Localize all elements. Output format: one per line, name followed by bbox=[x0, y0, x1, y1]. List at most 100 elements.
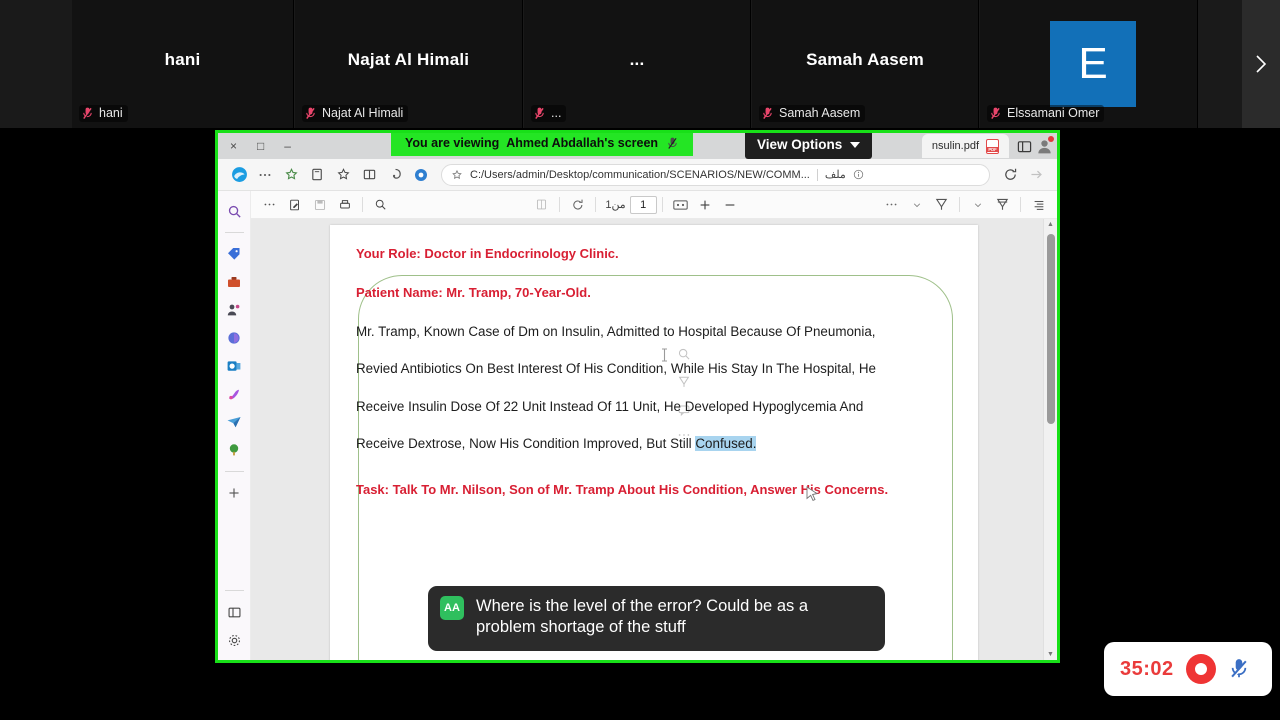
more-options-button[interactable] bbox=[257, 194, 282, 216]
screen-root: hani hani Najat Al Himali Najat Al Himal… bbox=[0, 0, 1280, 720]
copilot-icon[interactable] bbox=[382, 162, 408, 188]
shared-screen-content: × □ – nsulin.pdf PDF You are viewing Ahm… bbox=[218, 133, 1057, 660]
highlight-pen-button[interactable] bbox=[929, 194, 954, 216]
close-window-button[interactable]: × bbox=[230, 140, 237, 152]
scrollbar-track[interactable] bbox=[1044, 230, 1057, 649]
settings-gear-icon[interactable] bbox=[221, 626, 247, 654]
shared-screen-frame: × □ – nsulin.pdf PDF You are viewing Ahm… bbox=[215, 130, 1060, 663]
participant-tile-najat[interactable]: Najat Al Himali Najat Al Himali bbox=[295, 0, 523, 128]
zoom-in-button[interactable] bbox=[693, 194, 718, 216]
address-bar[interactable]: C:/Users/admin/Desktop/communication/SCE… bbox=[441, 163, 990, 186]
participant-label: ... bbox=[551, 106, 562, 120]
collections-icon[interactable] bbox=[304, 162, 330, 188]
participant-tile-unknown[interactable]: ... ... bbox=[524, 0, 751, 128]
add-favorite-icon[interactable] bbox=[330, 162, 356, 188]
doc-line-body-2: Revied Antibiotics On Best Interest Of H… bbox=[356, 361, 876, 377]
scrollbar-thumb[interactable] bbox=[1047, 234, 1055, 424]
paper-plane-icon[interactable] bbox=[221, 408, 247, 436]
read-aloud-button[interactable] bbox=[1026, 194, 1051, 216]
page-number-input[interactable]: 1 bbox=[629, 195, 657, 214]
forward-button[interactable] bbox=[1023, 162, 1049, 188]
participant-tile-samah[interactable]: Samah Aasem Samah Aasem bbox=[752, 0, 979, 128]
filmstrip-next-button[interactable] bbox=[1242, 0, 1280, 128]
pdf-toolbar: من1 1 bbox=[251, 191, 1057, 219]
participant-label: Elssamani Omer bbox=[1007, 106, 1100, 120]
more-options-icon bbox=[264, 203, 275, 206]
view-options-button[interactable]: View Options bbox=[745, 133, 873, 159]
onenote-icon[interactable] bbox=[221, 380, 247, 408]
address-file-type-label: ملف bbox=[824, 169, 846, 181]
divider bbox=[661, 197, 663, 212]
mic-muted-icon bbox=[763, 107, 772, 119]
browser-tab[interactable]: nsulin.pdf bbox=[921, 134, 1009, 158]
browser-essentials-icon[interactable] bbox=[408, 162, 434, 188]
chevron-down-icon bbox=[974, 202, 981, 207]
find-button[interactable] bbox=[368, 194, 393, 216]
highlight-chevron[interactable] bbox=[965, 194, 990, 216]
floating-annotation-toolbar[interactable] bbox=[671, 347, 697, 439]
participant-name-badge: Elssamani Omer bbox=[987, 105, 1105, 122]
scroll-down-icon[interactable]: ▼ bbox=[1047, 649, 1054, 660]
annotate-more-button[interactable] bbox=[879, 194, 904, 216]
more-dots-icon[interactable] bbox=[677, 431, 691, 439]
sync-icon[interactable] bbox=[221, 324, 247, 352]
rotate-button[interactable] bbox=[565, 194, 590, 216]
draw-icon bbox=[289, 199, 299, 210]
bookmark-tag-icon[interactable] bbox=[221, 240, 247, 268]
sidebar-toggle-icon[interactable] bbox=[221, 598, 247, 626]
fit-page-button[interactable] bbox=[529, 194, 554, 216]
caption-speaker-avatar: AA bbox=[440, 596, 464, 620]
print-icon bbox=[339, 199, 350, 208]
document-text: Your Role: Doctor in Endocrinology Clini… bbox=[356, 247, 954, 522]
collections-button[interactable] bbox=[1013, 135, 1035, 157]
participant-tile-elssamani[interactable]: E Elssamani Omer bbox=[980, 0, 1198, 128]
record-stop-button[interactable] bbox=[1185, 654, 1216, 684]
print-button[interactable] bbox=[332, 194, 357, 216]
mic-muted-icon bbox=[668, 137, 677, 149]
caption-text: Where is the level of the error? Could b… bbox=[476, 596, 808, 639]
window-titlebar: × □ – nsulin.pdf PDF You are viewing Ahm… bbox=[218, 133, 1057, 159]
mic-muted-icon bbox=[991, 107, 1000, 119]
edge-logo-icon[interactable] bbox=[226, 162, 252, 188]
add-app-icon[interactable] bbox=[221, 479, 247, 507]
maximize-window-button[interactable]: □ bbox=[257, 140, 264, 152]
tree-icon[interactable] bbox=[221, 436, 247, 464]
toolbox-icon[interactable] bbox=[221, 268, 247, 296]
minimize-window-button[interactable]: – bbox=[284, 140, 291, 152]
refresh-button[interactable] bbox=[997, 162, 1023, 188]
mic-muted-button[interactable] bbox=[1228, 658, 1250, 680]
highlight-icon[interactable] bbox=[677, 375, 691, 389]
doc-line-patient: Patient Name: Mr. Tramp, 70-Year-Old. bbox=[356, 285, 591, 300]
chevron-right-icon bbox=[1256, 55, 1267, 73]
participant-tile-hani[interactable]: hani hani bbox=[72, 0, 294, 128]
pdf-scrollbar[interactable]: ▲ ▼ bbox=[1043, 219, 1057, 660]
draw-button[interactable] bbox=[282, 194, 307, 216]
highlight-pen-icon bbox=[935, 198, 948, 210]
scroll-up-icon[interactable]: ▲ bbox=[1047, 219, 1054, 230]
read-aloud-icon bbox=[1034, 200, 1043, 210]
outlook-icon[interactable] bbox=[221, 352, 247, 380]
favorites-icon[interactable] bbox=[278, 162, 304, 188]
more-icon[interactable] bbox=[252, 162, 278, 188]
avatar-letter: E bbox=[1078, 39, 1108, 88]
contacts-icon[interactable] bbox=[221, 296, 247, 324]
profile-button[interactable] bbox=[1035, 136, 1054, 155]
favorite-star-icon[interactable] bbox=[451, 169, 463, 181]
doc-line-body-4: Receive Dextrose, Now His Condition Impr… bbox=[356, 436, 954, 452]
search-icon[interactable] bbox=[221, 197, 247, 225]
divider bbox=[559, 197, 561, 212]
page-layout-button[interactable] bbox=[668, 194, 693, 216]
search-icon[interactable] bbox=[677, 347, 691, 361]
split-screen-icon[interactable] bbox=[356, 162, 382, 188]
page-count-label: من1 bbox=[605, 199, 626, 211]
erase-highlight-button[interactable] bbox=[990, 194, 1015, 216]
info-icon[interactable] bbox=[853, 169, 864, 180]
zoom-out-button[interactable] bbox=[718, 194, 743, 216]
comment-icon[interactable] bbox=[677, 403, 691, 417]
erase-highlight-icon bbox=[996, 198, 1009, 210]
participant-name-badge: hani bbox=[79, 105, 128, 122]
text-cursor bbox=[662, 348, 667, 362]
divider bbox=[362, 197, 363, 212]
save-button[interactable] bbox=[307, 194, 332, 216]
annotate-more-chevron[interactable] bbox=[904, 194, 929, 216]
